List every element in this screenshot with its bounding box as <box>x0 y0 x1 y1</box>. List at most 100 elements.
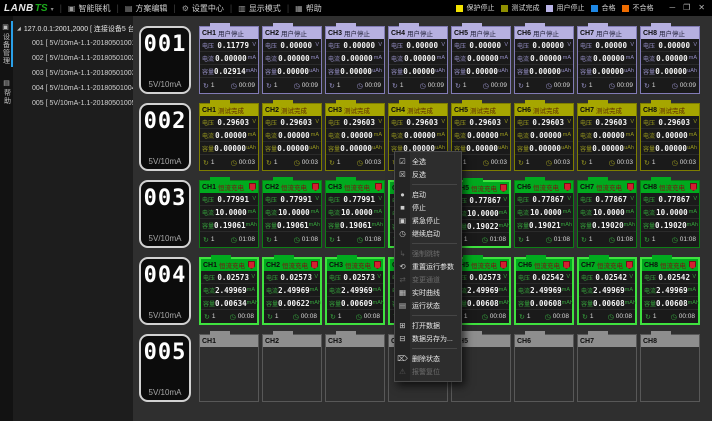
tree-root-item[interactable]: ◢127.0.0.1:2001,2000 [ 连接设备5 台 ] <box>17 21 133 36</box>
channel-card[interactable]: CH2 <box>262 334 322 402</box>
voltage-row: 电压0.00000V <box>641 39 699 52</box>
context-menu-item[interactable]: ◷继续启动 <box>395 227 461 240</box>
channel-card[interactable]: CH1恒流充电电压0.02573V电流2.49969mA容量0.00634mAh… <box>199 257 259 325</box>
clock-icon: ◷ <box>608 313 614 321</box>
context-menu-item[interactable]: ▣紧急停止 <box>395 214 461 227</box>
minimize-button[interactable]: ─ <box>669 4 675 12</box>
menubar-item-3[interactable]: ⚙设置中心 <box>180 2 226 15</box>
tree-device-item[interactable]: 003 [ 5V/10mA-1.1-20180501003 ] <box>17 66 133 81</box>
context-menu-item[interactable]: ⚠报警复位 <box>395 365 461 378</box>
close-button[interactable]: ✕ <box>698 4 705 12</box>
channel-footer: ↻1◷00:03 <box>578 155 636 170</box>
tree-device-item[interactable]: 004 [ 5V/10mA-1.1-20180501004 ] <box>17 81 133 96</box>
channel-card[interactable]: CH7恒流充电电压0.02542V电流2.49969mA容量0.00608mAh… <box>577 257 637 325</box>
channel-card[interactable]: CH2测试完成电压0.29603V电流0.00000mA容量0.00000uAh… <box>262 103 322 171</box>
channel-card[interactable]: CH6测试完成电压0.29603V电流0.00000mA容量0.00000uAh… <box>514 103 574 171</box>
channel-header: CH8 <box>641 335 699 347</box>
protection-shield-icon <box>374 261 381 269</box>
channel-card[interactable]: CH8恒流充电电压0.77867V电流10.0000mA容量0.19020mAh… <box>640 180 700 248</box>
channel-card[interactable]: CH2恒流充电电压0.02573V电流2.49969mA容量0.00622mAh… <box>262 257 322 325</box>
field-label: 容量 <box>580 144 592 153</box>
channel-card[interactable]: CH1恒流充电电压0.77991V电流10.0000mA容量0.19061mAh… <box>199 180 259 248</box>
field-label: 容量 <box>202 67 214 76</box>
channel-card[interactable]: CH7恒流充电电压0.77867V电流10.0000mA容量0.19020mAh… <box>577 180 637 248</box>
context-menu-item[interactable]: ⊞打开数据 <box>395 319 461 332</box>
context-menu-item[interactable]: ▦实时曲线 <box>395 286 461 299</box>
channel-card[interactable]: CH3测试完成电压0.29603V电流0.00000mA容量0.00000uAh… <box>325 103 385 171</box>
context-menu-item[interactable]: ⟲重置运行参数 <box>395 260 461 273</box>
tree-expand-icon[interactable]: ◢ <box>17 26 21 32</box>
context-menu-item[interactable]: ●启动 <box>395 188 461 201</box>
channel-card[interactable]: CH3恒流充电电压0.02573V电流2.49969mA容量0.00609mAh… <box>325 257 385 325</box>
channel-card[interactable]: CH8用户停止电压0.00000V电流0.00000mA容量0.00000uAh… <box>640 26 700 94</box>
channel-card[interactable]: CH7 <box>577 334 637 402</box>
context-menu-item[interactable]: ⇄变更通道 <box>395 273 461 286</box>
capacity-row: 容量0.00622mAh <box>264 297 320 310</box>
field-label: 电压 <box>454 118 466 127</box>
field-unit: mA <box>689 132 697 138</box>
context-menu-item[interactable]: ☒反选 <box>395 168 461 181</box>
channel-card[interactable]: CH7用户停止电压0.00000V电流0.00000mA容量0.00000uAh… <box>577 26 637 94</box>
device-spec: 5V/10mA <box>149 80 182 89</box>
channel-card[interactable]: CH8 <box>640 334 700 402</box>
channel-card[interactable]: CH7测试完成电压0.29603V电流0.00000mA容量0.00000uAh… <box>577 103 637 171</box>
channel-card[interactable]: CH8恒流充电电压0.02542V电流2.49969mA容量0.00608mAh… <box>640 257 700 325</box>
context-menu-item[interactable]: ⌦删除状态 <box>395 352 461 365</box>
field-label: 容量 <box>265 67 277 76</box>
device-card[interactable]: 0055V/10mA <box>139 334 191 402</box>
context-menu-item[interactable]: ■停止 <box>395 201 461 214</box>
channel-status: 恒流充电 <box>344 182 370 192</box>
channel-card[interactable]: CH1用户停止电压0.11779V电流0.00000mA容量0.02914mAh… <box>199 26 259 94</box>
tree-device-item[interactable]: 005 [ 5V/10mA-1.1-20180501005 ] <box>17 96 133 111</box>
context-menu-item[interactable]: ▤运行状态 <box>395 299 461 312</box>
channel-card[interactable]: CH3用户停止电压0.00000V电流0.00000mA容量0.00000uAh… <box>325 26 385 94</box>
sidebar-tab-2[interactable]: ▤帮助 <box>0 77 13 107</box>
channel-name: CH1 <box>203 262 217 269</box>
topbar-right: 保护停止测试完成用户停止合格不合格 ─ ❐ ✕ <box>456 3 708 13</box>
card-notch <box>274 255 294 259</box>
channel-card[interactable]: CH8测试完成电压0.29603V电流0.00000mA容量0.00000uAh… <box>640 103 700 171</box>
channel-card[interactable]: CH2用户停止电压0.00000V电流0.00000mA容量0.00000uAh… <box>262 26 322 94</box>
channel-footer: ↻1◷01:08 <box>515 232 573 247</box>
logo-caret-icon[interactable]: ▾ <box>51 6 54 13</box>
menubar-item-1[interactable]: ▣智能联机 <box>66 2 113 15</box>
channel-footer: ↻1◷00:09 <box>641 78 699 93</box>
channel-card[interactable]: CH6 <box>514 334 574 402</box>
channel-card[interactable]: CH6用户停止电压0.00000V电流0.00000mA容量0.00000uAh… <box>514 26 574 94</box>
current-row: 电流0.00000mA <box>641 52 699 65</box>
channel-card[interactable]: CH6恒流充电电压0.77867V电流10.0000mA容量0.19021mAh… <box>514 180 574 248</box>
card-notch <box>525 177 545 181</box>
channel-card[interactable]: CH4用户停止电压0.00000V电流0.00000mA容量0.00000uAh… <box>388 26 448 94</box>
sidebar-tab-1[interactable]: ▣设备管理 <box>0 21 13 67</box>
menubar-item-2[interactable]: ▤方案编辑 <box>123 2 170 15</box>
field-value: 10.0000 <box>655 208 689 217</box>
channel-card[interactable]: CH3 <box>325 334 385 402</box>
tree-device-item[interactable]: 002 [ 5V/10mA-1.1-20180501002 ] <box>17 51 133 66</box>
context-menu-item[interactable]: ⊟数据另存为... <box>395 332 461 345</box>
channel-card[interactable]: CH6恒流充电电压0.02542V电流2.49969mA容量0.00608mAh… <box>514 257 574 325</box>
channel-card[interactable]: CH3恒流充电电压0.77991V电流10.0000mA容量0.19061mAh… <box>325 180 385 248</box>
menubar-item-4[interactable]: ▥显示模式 <box>236 2 283 15</box>
channel-card[interactable]: CH2恒流充电电压0.77991V电流10.0000mA容量0.19061mAh… <box>262 180 322 248</box>
channel-card[interactable]: CH1测试完成电压0.29603V电流0.00000mA容量0.00000uAh… <box>199 103 259 171</box>
card-notch <box>336 177 356 181</box>
channel-name: CH6 <box>518 262 532 269</box>
device-card[interactable]: 0045V/10mA <box>139 257 191 325</box>
device-card[interactable]: 0015V/10mA <box>139 26 191 94</box>
voltage-row: 电压0.29603V <box>515 116 573 129</box>
field-label: 电压 <box>265 195 277 204</box>
field-unit: V <box>503 197 507 203</box>
field-value: 0.00000 <box>466 131 500 140</box>
maximize-button[interactable]: ❐ <box>683 4 690 12</box>
menubar-item-5[interactable]: ▦帮助 <box>293 2 324 15</box>
device-card[interactable]: 0035V/10mA <box>139 180 191 248</box>
voltage-row: 电压0.29603V <box>263 116 321 129</box>
context-menu-item[interactable]: ↳强制跳转 <box>395 247 461 260</box>
context-menu-item[interactable]: ☑全选 <box>395 155 461 168</box>
channel-card[interactable]: CH1 <box>199 334 259 402</box>
tree-device-item[interactable]: 001 [ 5V/10mA-1.1-20180501001 ] <box>17 36 133 51</box>
field-value: 0.00000 <box>655 144 687 153</box>
channel-header: CH1恒流充电 <box>201 259 257 271</box>
channel-card[interactable]: CH5用户停止电压0.00000V电流0.00000mA容量0.00000uAh… <box>451 26 511 94</box>
device-card[interactable]: 0025V/10mA <box>139 103 191 171</box>
